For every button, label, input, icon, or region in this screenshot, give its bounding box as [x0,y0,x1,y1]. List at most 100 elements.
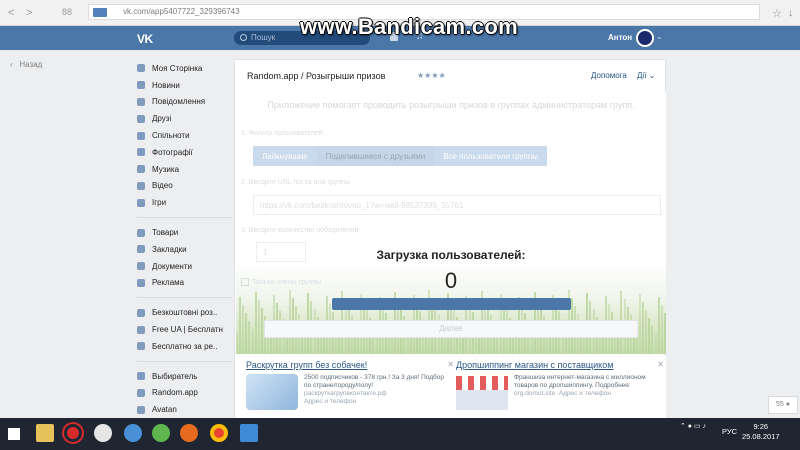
clock[interactable]: 9:26 25.08.2017 [742,422,780,442]
loading-count: 0 [444,268,458,293]
goods-icon [137,228,145,237]
ad-item[interactable]: Раскрутка групп без собачек! ✕ 2500 подп… [246,360,454,410]
sidebar-item[interactable]: Товари [137,224,232,241]
sidebar-item[interactable]: Реклама [137,275,232,292]
sidebar-item[interactable]: Безкоштовні роз.. [137,304,232,321]
sidebar-item[interactable]: Новини [137,77,232,94]
back-arrow-icon[interactable]: < [8,7,14,19]
vk-logo[interactable]: VK [137,32,153,46]
home-icon [137,64,145,73]
sidebar-item[interactable]: Музика [137,161,232,178]
ad-domain: раскруткагрупвконтакте.рф [304,390,387,397]
sidebar-item[interactable]: Друзі [137,110,232,127]
watermark: www.Bandicam.com [300,14,518,39]
sidebar-item[interactable]: Avatan [137,401,232,418]
ad-title[interactable]: Раскрутка групп без собачек! [246,360,454,370]
language-indicator[interactable]: РУС [722,427,737,436]
loading-title: Загрузка пользователей: [376,248,526,262]
sidebar-item-label: Бесплатно за ре.. [152,341,218,351]
search-placeholder: Пошук [251,33,276,42]
forward-arrow-icon[interactable]: > [26,7,32,19]
chevron-down-icon: ⌄ [648,71,656,80]
ad-text: 2500 подписчиков - 378 грн.! За 3 дня! П… [304,374,444,389]
app-icon [137,372,145,381]
ad-image-shop [456,390,508,410]
sidebar-item[interactable]: Free UA | Бесплатн [137,321,232,338]
actions-menu[interactable]: Дії ⌄ [637,71,655,80]
sidebar-item-label: Закладки [152,244,187,254]
sidebar-item-label: Друзі [152,114,172,124]
firefox-icon[interactable] [180,424,198,442]
ads-block: Раскрутка групп без собачек! ✕ 2500 подп… [236,356,666,418]
sidebar-item-label: Спільноти [152,131,190,141]
chevron-left-icon: ‹ [10,60,20,69]
sidebar-item-label: Ігри [152,198,167,208]
group-icon [137,131,145,140]
app-title: Random.app / Розыгрыши призов [247,71,386,81]
yandex-icon[interactable] [94,424,112,442]
avatar[interactable] [636,29,654,47]
sidebar-item-label: Товари [152,228,179,238]
sidebar-item[interactable]: Ігри [137,194,232,211]
windows-taskbar: ⌃ ● ▭ ♪ РУС 9:26 25.08.2017 [0,418,800,450]
close-icon[interactable]: ✕ [657,360,664,369]
sidebar-item-label: Документи [152,261,192,271]
news-icon [137,81,145,90]
ad-address: Адрес и телефон [304,398,357,405]
sidebar-item[interactable]: Повідомлення [137,94,232,111]
user-name[interactable]: Антон [608,33,632,42]
sidebar-item-label: Random.app [152,388,198,398]
ad-item[interactable]: Дропшиппинг магазин с поставщиком ✕ Фран… [456,360,664,410]
close-icon[interactable]: ✕ [447,360,454,369]
next-button[interactable]: Далее [264,320,638,338]
progress-fill [332,298,571,310]
ad-address: Адрес и телефон [558,390,611,397]
bookmark-icon [137,245,145,254]
opera-icon[interactable] [64,424,82,442]
sidebar-item-label: Безкоштовні роз.. [152,308,218,318]
tab-count[interactable]: 88 [62,7,72,17]
app-icon[interactable] [152,424,170,442]
bookmark-star-icon[interactable]: ☆ [772,7,782,20]
download-icon[interactable]: ↓ [788,7,794,19]
loading-progress-bar [332,298,571,310]
camera-icon [137,148,145,157]
sidebar-item[interactable]: Закладки [137,241,232,258]
file-explorer-icon[interactable] [36,424,54,442]
sidebar-item[interactable]: Відео [137,178,232,195]
search-icon [240,34,247,41]
game-icon [137,198,145,207]
windows-start-icon[interactable] [8,428,20,440]
notes-icon[interactable] [240,424,258,442]
app-icon [137,342,145,351]
sidebar-divider [137,360,232,362]
notification-badge[interactable]: 55 ● [768,396,798,414]
ad-text: Франшиза интернет-магазина с миллионом т… [514,374,646,389]
sidebar-item-label: Новини [152,80,180,90]
clock-date: 25.08.2017 [742,432,780,441]
sidebar-item[interactable]: Моя Сторінка [137,60,232,77]
sidebar-item-label: Free UA | Бесплатн [152,325,223,335]
sidebar-item-label: Фотографії [152,147,193,157]
chevron-down-icon[interactable]: ⌄ [656,32,663,41]
sidebar-item[interactable]: Спільноти [137,127,232,144]
chrome-icon[interactable] [210,424,228,442]
paper-plane-icon[interactable] [124,424,142,442]
sidebar-item[interactable]: Бесплатно за ре.. [137,338,232,355]
ad-title[interactable]: Дропшиппинг магазин с поставщиком [456,360,664,370]
system-tray[interactable]: ⌃ ● ▭ ♪ [680,422,706,430]
sidebar-item[interactable]: Документи [137,258,232,275]
actions-label: Дії [637,71,647,80]
ad-image [246,374,298,410]
sidebar-divider [137,297,232,299]
sidebar-item[interactable]: Выбиратель [137,368,232,385]
back-label: Назад [19,60,43,69]
app-icon [137,388,145,397]
address-url: vk.com/app5407722_329396743 [123,7,240,16]
sidebar-item[interactable]: Random.app [137,385,232,402]
sidebar-item[interactable]: Фотографії [137,144,232,161]
help-link[interactable]: Допомога [591,71,627,80]
back-link[interactable]: ‹ Назад [10,60,42,69]
clock-time: 9:26 [753,422,769,431]
music-icon [137,165,145,174]
